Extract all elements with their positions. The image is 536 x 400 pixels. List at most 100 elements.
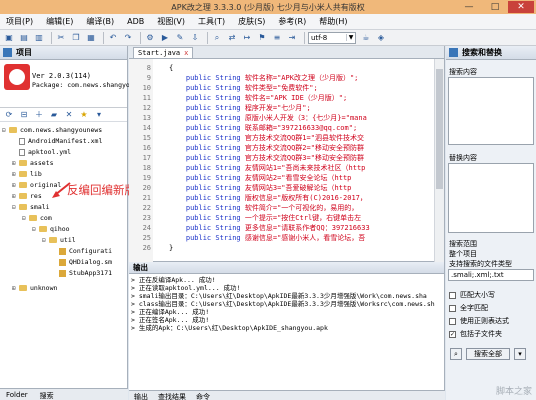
search-all-button[interactable]: 搜索全部 xyxy=(466,348,510,360)
refresh-icon[interactable]: ⟳ xyxy=(3,109,15,121)
tree-node[interactable]: ⊟ com.news.shangyounews xyxy=(2,126,102,134)
encoding-select[interactable]: utf-8 ▼ xyxy=(308,31,356,44)
output-header: 输出 xyxy=(129,262,444,274)
tab-folder[interactable]: Folder xyxy=(0,389,34,400)
file-types-input[interactable]: .smali;.xml;.txt xyxy=(448,269,534,281)
delete-icon[interactable]: ✕ xyxy=(63,109,75,121)
run-icon[interactable]: ▶ xyxy=(159,32,171,44)
comment-icon[interactable]: ≡ xyxy=(271,32,283,44)
save-all-icon[interactable]: ▥ xyxy=(33,32,45,44)
code-text: public String 软件类型="免费软件"; xyxy=(169,83,318,93)
folder-icon xyxy=(19,193,27,199)
build-icon[interactable]: ⚙ xyxy=(144,32,156,44)
undo-icon[interactable]: ↶ xyxy=(107,32,119,44)
search-icon: ⌕ xyxy=(454,350,458,358)
line-number: 9 xyxy=(146,74,151,82)
scope-value[interactable]: 整个项目 xyxy=(446,249,536,259)
menu-skin[interactable]: 皮肤(S) xyxy=(238,16,265,27)
tree-node[interactable]: ⊟ smali xyxy=(12,203,50,211)
tree-node[interactable]: ⊟ com xyxy=(22,214,52,222)
open-folder-icon[interactable]: ▣ xyxy=(3,32,15,44)
search-input[interactable] xyxy=(448,77,534,145)
search-mode-button[interactable]: ⌕ xyxy=(450,348,462,360)
folder-icon xyxy=(19,160,27,166)
tree-node[interactable]: ⊟ qihoo xyxy=(32,225,70,233)
tab-output[interactable]: 输出 xyxy=(129,391,153,400)
install-icon[interactable]: ⇩ xyxy=(189,32,201,44)
keyword: public String xyxy=(185,174,241,182)
minimize-button[interactable]: — xyxy=(456,1,482,13)
line-number: 11 xyxy=(142,94,151,102)
search-dropdown-button[interactable]: ▾ xyxy=(514,348,526,360)
java-icon[interactable]: ☕ xyxy=(360,32,372,44)
close-tab-icon[interactable]: x xyxy=(184,49,188,57)
code-text: public String 官方技术交流QQ群3="移动安全预防群 xyxy=(169,153,364,163)
option-regex[interactable]: 使用正则表达式 xyxy=(446,316,536,326)
menu-edit[interactable]: 编辑(E) xyxy=(46,16,73,27)
line-number: 16 xyxy=(142,144,151,152)
smali-file-icon xyxy=(59,269,66,277)
option-whole-word[interactable]: 全字匹配 xyxy=(446,303,536,313)
menu-adb[interactable]: ADB xyxy=(127,17,144,26)
folder-icon xyxy=(9,127,17,133)
favorite-star-icon[interactable]: ★ xyxy=(78,109,90,121)
code-text: public String 官方技术交流QQ群2="移动安全预防群 xyxy=(169,143,364,153)
dropdown-arrow-icon[interactable]: ▾ xyxy=(93,109,105,121)
cut-icon[interactable]: ✂ xyxy=(55,32,67,44)
app-logo-icon xyxy=(4,64,30,90)
tab-start-java[interactable]: Start.java x xyxy=(133,47,194,58)
copy-icon[interactable]: ❐ xyxy=(70,32,82,44)
new-file-icon[interactable]: ＋ xyxy=(33,109,45,121)
tree-node[interactable]: apktool.yml xyxy=(12,148,71,156)
sign-icon[interactable]: ✎ xyxy=(174,32,186,44)
tab-find-results[interactable]: 查找结果 xyxy=(153,391,191,400)
menu-project[interactable]: 项目(P) xyxy=(6,16,33,27)
scrollbar-thumb[interactable] xyxy=(436,69,443,189)
keyword: public String xyxy=(185,94,241,102)
editor-scrollbar[interactable] xyxy=(434,59,444,262)
tree-node[interactable]: ⊞ assets xyxy=(12,159,53,167)
code-text: public String 联系邮箱="397216633@qq.com"; xyxy=(169,123,357,133)
tree-node[interactable]: Configurati xyxy=(52,247,112,255)
output-line: > 正在反编译Apk... 成功! xyxy=(131,276,216,284)
menu-build[interactable]: 编译(B) xyxy=(86,16,114,27)
tab-command[interactable]: 命令 xyxy=(191,391,215,400)
tree-node[interactable]: StubApp3171 xyxy=(52,269,112,277)
line-number: 26 xyxy=(142,244,151,252)
watermark: 脚本之家 xyxy=(495,387,532,397)
tree-node[interactable]: ⊞ unknown xyxy=(12,284,57,292)
find-icon[interactable]: ⌕ xyxy=(211,32,223,44)
tree-node[interactable]: AndroidManifest.xml xyxy=(12,137,102,145)
new-folder-icon[interactable]: ▰ xyxy=(48,109,60,121)
tree-node[interactable]: QHDialog.sm xyxy=(52,258,112,266)
save-icon[interactable]: ▤ xyxy=(18,32,30,44)
code-text: } xyxy=(169,243,173,253)
paste-icon[interactable]: ▦ xyxy=(85,32,97,44)
tree-node[interactable]: ⊞ res xyxy=(12,192,42,200)
code-content: 官方技术交流QQ群2="移动安全预防群 xyxy=(240,144,364,152)
replace-icon[interactable]: ⇄ xyxy=(226,32,238,44)
bookmark-icon[interactable]: ⚑ xyxy=(256,32,268,44)
redo-icon[interactable]: ↷ xyxy=(122,32,134,44)
toggle-expand-icon: ⊞ xyxy=(12,284,16,292)
menu-tools[interactable]: 工具(T) xyxy=(198,16,225,27)
tab-search[interactable]: 搜索 xyxy=(34,389,60,400)
option-subfolders[interactable]: ✓ 包括子文件夹 xyxy=(446,329,536,339)
code-text: public String 原版小米人开发（3：{七少月}="mana xyxy=(169,113,367,123)
collapse-icon[interactable]: ⊟ xyxy=(18,109,30,121)
goto-icon[interactable]: ↦ xyxy=(241,32,253,44)
tree-node[interactable]: ⊟ util xyxy=(42,236,76,244)
close-button[interactable]: ✕ xyxy=(508,1,534,13)
folder-icon xyxy=(39,226,47,232)
option-match-case[interactable]: 匹配大小写 xyxy=(446,290,536,300)
search-replace-panel: 搜索和替换 搜索内容 替换内容 搜索范围 整个项目 支持搜索的文件类型 .sma… xyxy=(446,46,536,400)
tree-node[interactable]: ⊞ lib xyxy=(12,170,42,178)
replace-input[interactable] xyxy=(448,163,534,233)
menu-reference[interactable]: 参考(R) xyxy=(278,16,306,27)
maximize-button[interactable]: □ xyxy=(482,1,508,13)
smali-icon[interactable]: ◈ xyxy=(375,32,387,44)
indent-icon[interactable]: ⇥ xyxy=(286,32,298,44)
menu-help[interactable]: 帮助(H) xyxy=(319,16,347,27)
code-area[interactable]: 8{9 public String 软件名称="APK改之理（少月版）"; 10 … xyxy=(129,59,434,262)
menu-view[interactable]: 视图(V) xyxy=(157,16,185,27)
